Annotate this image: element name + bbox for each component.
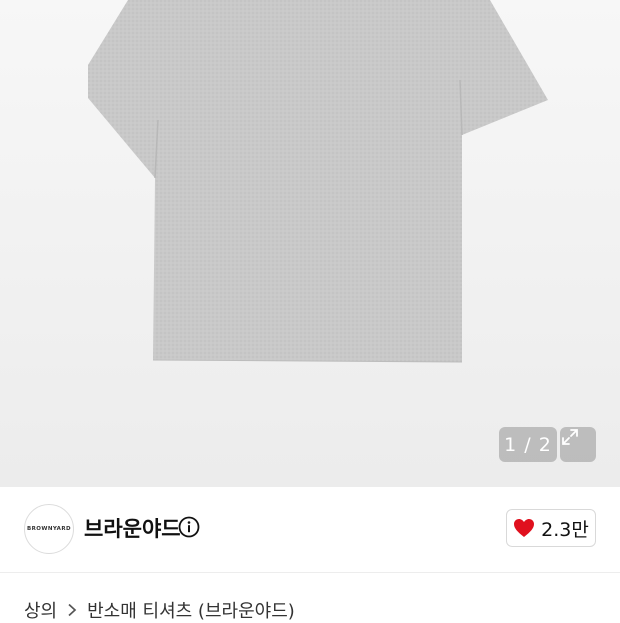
brand-name[interactable]: 브라운야드	[84, 513, 181, 543]
info-icon[interactable]	[178, 516, 200, 538]
brand-row: BROWNYARD 브라운야드 2.3만	[0, 487, 620, 573]
expand-button[interactable]	[560, 427, 596, 462]
product-image-gallery[interactable]: 1 / 2	[0, 0, 620, 487]
like-count: 2.3만	[541, 518, 589, 541]
chevron-right-icon	[67, 603, 77, 617]
brand-logo[interactable]: BROWNYARD	[24, 504, 74, 554]
brand-logo-text: BROWNYARD	[27, 526, 71, 532]
heart-icon	[514, 519, 535, 537]
like-button[interactable]: 2.3만	[506, 509, 596, 547]
image-counter: 1 / 2	[499, 427, 557, 462]
breadcrumb-product[interactable]: 반소매 티셔츠 (브라운야드)	[87, 597, 295, 623]
breadcrumb: 상의 반소매 티셔츠 (브라운야드)	[24, 597, 295, 623]
expand-icon	[562, 429, 578, 445]
product-image	[88, 0, 548, 363]
breadcrumb-category[interactable]: 상의	[24, 597, 57, 623]
